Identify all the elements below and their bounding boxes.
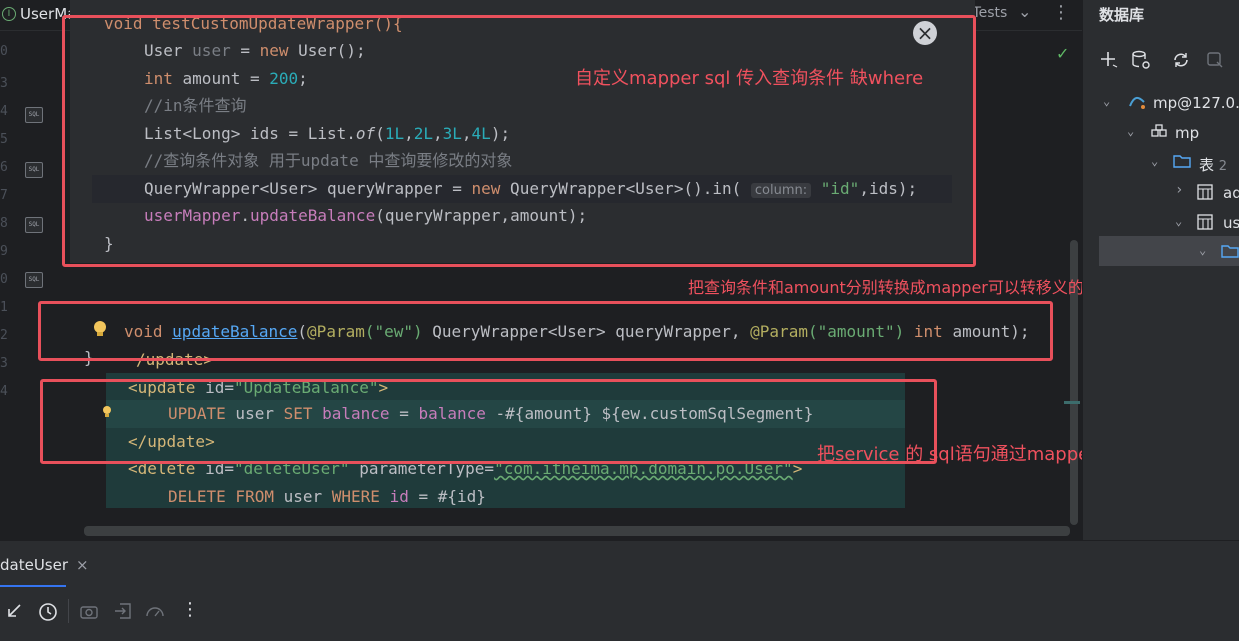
code-token: DELETE xyxy=(168,487,226,506)
scroll-marker xyxy=(1064,401,1080,404)
database-tool-window: 数据库 ⌄ mp@127.0.0 ⌄ mp ⌄ 表 2 › ad ⌄ us ⌄ xyxy=(1082,0,1239,540)
line-number: 2 xyxy=(0,328,8,343)
folder-icon xyxy=(1221,243,1239,263)
chevron-down-icon[interactable]: ⌄ xyxy=(1103,94,1110,108)
mybatis-file-icon[interactable]: SQL xyxy=(25,162,43,178)
line-number: 3 xyxy=(0,76,8,91)
refresh-icon[interactable] xyxy=(1171,50,1191,74)
annotation-box-xml xyxy=(40,379,937,464)
run-tool-window: dateUser × ⋮ xyxy=(0,540,1239,641)
line-number: 8 xyxy=(0,216,8,231)
tree-item-table-user[interactable]: us xyxy=(1223,214,1239,232)
tables-label: 表 xyxy=(1199,156,1215,174)
chevron-down-icon[interactable]: ⌄ xyxy=(1175,214,1182,228)
chevron-down-icon[interactable]: ⌄ xyxy=(1127,124,1134,138)
xml-line: DELETE FROM user WHERE id = #{id} xyxy=(168,487,486,507)
restore-layout-icon[interactable] xyxy=(6,602,24,624)
annotation-text: 自定义mapper sql 传入查询条件 缺where xyxy=(575,68,924,89)
tables-count: 2 xyxy=(1218,159,1228,174)
table-icon xyxy=(1197,184,1213,204)
mybatis-file-icon[interactable]: SQL xyxy=(25,217,43,233)
active-tab-indicator xyxy=(0,585,66,587)
mysql-datasource-icon xyxy=(1127,92,1147,116)
toolbar-divider xyxy=(68,599,69,623)
chevron-down-icon[interactable]: ⌄ xyxy=(1199,243,1206,257)
run-tab-updateuser[interactable]: dateUser xyxy=(0,556,68,574)
tab-list-chevron-icon[interactable]: ⌄ xyxy=(1018,2,1031,21)
tree-item-tables[interactable]: 表 2 xyxy=(1199,154,1227,175)
tree-item-schema[interactable]: mp xyxy=(1175,124,1199,142)
schema-icon xyxy=(1151,124,1167,144)
import-icon[interactable] xyxy=(114,602,132,624)
code-token: user xyxy=(273,487,332,506)
tree-item-datasource[interactable]: mp@127.0.0 xyxy=(1153,94,1239,112)
database-panel-title: 数据库 xyxy=(1099,6,1145,24)
camera-icon[interactable] xyxy=(80,603,98,623)
line-number: 0 xyxy=(0,44,8,59)
disconnect-icon[interactable] xyxy=(1205,50,1225,74)
chevron-down-icon[interactable]: ⌄ xyxy=(1151,154,1158,168)
tree-item-table-address[interactable]: ad xyxy=(1223,184,1239,202)
line-number: 4 xyxy=(0,104,8,119)
horizontal-scrollbar[interactable] xyxy=(84,526,1070,536)
tree-selected-row[interactable] xyxy=(1099,236,1239,266)
line-number: 4 xyxy=(0,384,8,399)
history-icon[interactable] xyxy=(38,602,58,626)
annotation-text: 把查询条件和amount分别转换成mapper可以转移义的形式 xyxy=(688,278,1116,297)
code-token: id xyxy=(379,487,409,506)
chevron-right-icon[interactable]: › xyxy=(1175,182,1183,198)
line-number: 5 xyxy=(0,132,8,147)
datasource-properties-icon[interactable] xyxy=(1131,50,1151,74)
line-number: 1 xyxy=(0,300,8,315)
add-datasource-icon[interactable] xyxy=(1099,50,1119,74)
editor-more-icon[interactable]: ⋮ xyxy=(1052,2,1070,23)
line-number: 0 xyxy=(0,272,8,287)
code-token: = #{id} xyxy=(408,487,486,506)
annotation-box-test-method xyxy=(62,15,976,267)
line-number: 6 xyxy=(0,160,8,175)
profiler-icon[interactable] xyxy=(145,602,165,624)
mybatis-file-icon[interactable]: SQL xyxy=(25,272,43,288)
line-number: 7 xyxy=(0,188,8,203)
annotation-box-signature xyxy=(38,301,1053,361)
mybatis-file-icon[interactable]: SQL xyxy=(25,107,43,123)
table-icon xyxy=(1197,214,1213,234)
code-token: FROM xyxy=(225,487,274,506)
code-token: WHERE xyxy=(331,487,380,506)
interface-icon: I xyxy=(2,7,16,21)
line-number: 3 xyxy=(0,356,8,371)
more-options-icon[interactable]: ⋮ xyxy=(181,599,199,620)
folder-icon xyxy=(1173,153,1191,173)
line-number: 9 xyxy=(0,244,8,259)
inspection-ok-check-icon[interactable]: ✓ xyxy=(1056,44,1069,63)
close-tab-icon[interactable]: × xyxy=(76,556,89,574)
